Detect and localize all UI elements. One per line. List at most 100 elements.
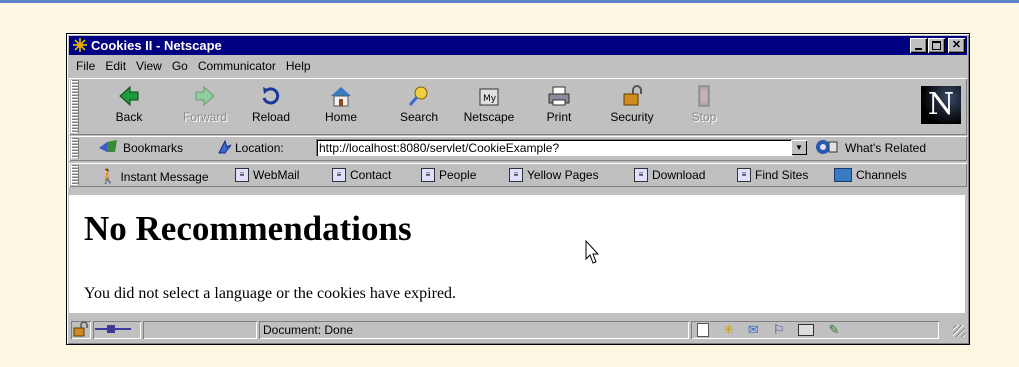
back-arrow-icon bbox=[119, 85, 139, 107]
search-button[interactable]: Search bbox=[389, 84, 449, 124]
component-bar: ✳ ✉ ⚐ ✎ bbox=[691, 321, 939, 339]
print-label: Print bbox=[546, 110, 572, 124]
mail-icon[interactable]: ✉ bbox=[748, 321, 759, 339]
personal-item-instant-message[interactable]: 🚶 Instant Message bbox=[99, 168, 209, 185]
print-button[interactable]: Print bbox=[529, 84, 589, 124]
minimize-button[interactable] bbox=[910, 38, 927, 53]
browser-window: Cookies II - Netscape ✕ File Edit View G… bbox=[66, 33, 970, 345]
netscape-app-icon bbox=[73, 38, 87, 52]
location-icon bbox=[217, 139, 233, 158]
stop-button[interactable]: Stop bbox=[674, 84, 734, 124]
personal-item-channels[interactable]: Channels bbox=[834, 168, 907, 182]
menu-bar: File Edit View Go Communicator Help bbox=[71, 57, 316, 75]
personal-toolbar: 🚶 Instant Message ≡ WebMail ≡ Contact ≡ … bbox=[69, 163, 967, 187]
personal-item-contact[interactable]: ≡ Contact bbox=[332, 168, 391, 182]
composer-icon[interactable] bbox=[798, 324, 815, 336]
page-heading: No Recommendations bbox=[84, 209, 412, 248]
stop-icon bbox=[698, 85, 710, 107]
netscape-icon: My bbox=[479, 88, 499, 106]
personal-item-label: Channels bbox=[856, 168, 907, 182]
groups-icon[interactable]: ⚐ bbox=[773, 321, 785, 339]
location-toolbar: Bookmarks Location: http://localhost:808… bbox=[69, 136, 967, 161]
close-icon: ✕ bbox=[951, 39, 962, 51]
personal-item-download[interactable]: ≡ Download bbox=[634, 168, 705, 182]
bookmarks-icon bbox=[97, 138, 123, 159]
security-status-icon[interactable] bbox=[71, 321, 91, 339]
document-icon[interactable] bbox=[697, 323, 709, 337]
chevron-down-icon: ▼ bbox=[795, 143, 803, 152]
personal-item-find-sites[interactable]: ≡ Find Sites bbox=[737, 168, 808, 182]
page-message: You did not select a language or the coo… bbox=[84, 285, 457, 302]
personal-item-label: Yellow Pages bbox=[527, 168, 599, 182]
status-text: Document: Done bbox=[259, 321, 689, 339]
bookmark-page-icon: ≡ bbox=[235, 168, 249, 182]
progress-panel bbox=[143, 321, 257, 339]
back-label: Back bbox=[115, 110, 143, 124]
bookmark-page-icon: ≡ bbox=[332, 168, 346, 182]
home-label: Home bbox=[324, 110, 357, 124]
reload-button[interactable]: Reload bbox=[241, 84, 301, 124]
resize-grip[interactable] bbox=[953, 325, 965, 337]
stop-label: Stop bbox=[691, 110, 717, 124]
security-button[interactable]: Security bbox=[602, 84, 662, 124]
personal-item-label: Download bbox=[652, 168, 706, 182]
lock-icon bbox=[623, 85, 642, 106]
status-bar: Document: Done ✳ ✉ ⚐ ✎ bbox=[69, 319, 967, 341]
print-icon bbox=[548, 86, 570, 106]
connection-status-icon bbox=[93, 321, 141, 339]
forward-button[interactable]: Forward bbox=[175, 84, 235, 124]
home-icon bbox=[331, 87, 351, 107]
svg-text:My: My bbox=[483, 94, 497, 104]
search-label: Search bbox=[399, 110, 439, 124]
channels-icon bbox=[834, 168, 852, 182]
mouse-cursor-icon bbox=[585, 240, 600, 264]
reload-label: Reload bbox=[251, 110, 291, 124]
location-label: Location: bbox=[235, 141, 284, 155]
personal-item-webmail[interactable]: ≡ WebMail bbox=[235, 168, 299, 182]
navigator-icon[interactable]: ✳ bbox=[723, 321, 734, 339]
whats-related-button[interactable]: What's Related bbox=[845, 141, 926, 155]
security-label: Security bbox=[610, 110, 654, 124]
personal-item-label: Find Sites bbox=[755, 168, 809, 182]
editor-icon[interactable]: ✎ bbox=[828, 321, 839, 339]
netscape-label: Netscape bbox=[463, 110, 515, 124]
bookmark-page-icon: ≡ bbox=[737, 168, 751, 182]
bookmarks-button[interactable]: Bookmarks bbox=[123, 141, 183, 155]
personal-item-yellow-pages[interactable]: ≡ Yellow Pages bbox=[509, 168, 599, 182]
personal-item-people[interactable]: ≡ People bbox=[421, 168, 476, 182]
netscape-button[interactable]: My Netscape bbox=[459, 84, 519, 124]
maximize-icon bbox=[932, 41, 941, 50]
menu-communicator[interactable]: Communicator bbox=[193, 57, 281, 75]
menu-view[interactable]: View bbox=[131, 57, 167, 75]
menu-go[interactable]: Go bbox=[167, 57, 193, 75]
navigation-toolbar: Back Forward Reload Home Search My Netsc… bbox=[69, 78, 967, 135]
toolbar-grip[interactable] bbox=[71, 80, 79, 133]
personal-item-label: Contact bbox=[350, 168, 392, 182]
minimize-icon bbox=[915, 47, 922, 50]
forward-arrow-icon bbox=[195, 85, 215, 107]
back-button[interactable]: Back bbox=[99, 84, 159, 124]
netscape-logo[interactable]: N bbox=[921, 86, 961, 124]
menu-file[interactable]: File bbox=[71, 57, 100, 75]
window-title: Cookies II - Netscape bbox=[91, 38, 222, 53]
forward-label: Forward bbox=[182, 110, 227, 124]
personal-grip[interactable] bbox=[71, 165, 79, 185]
personal-item-label: WebMail bbox=[253, 168, 300, 182]
maximize-button[interactable] bbox=[928, 38, 945, 53]
title-bar[interactable]: Cookies II - Netscape ✕ bbox=[69, 36, 967, 55]
menu-edit[interactable]: Edit bbox=[100, 57, 131, 75]
url-input[interactable]: http://localhost:8080/servlet/CookieExam… bbox=[316, 139, 793, 156]
location-grip[interactable] bbox=[71, 138, 79, 159]
bookmark-page-icon: ≡ bbox=[509, 168, 523, 182]
menu-help[interactable]: Help bbox=[281, 57, 316, 75]
url-dropdown-button[interactable]: ▼ bbox=[791, 140, 807, 155]
home-button[interactable]: Home bbox=[311, 84, 371, 124]
personal-item-label: People bbox=[439, 168, 477, 182]
personal-item-label: Instant Message bbox=[120, 169, 209, 184]
close-button[interactable]: ✕ bbox=[948, 38, 965, 53]
top-accent-line bbox=[0, 0, 1019, 3]
bookmark-page-icon: ≡ bbox=[421, 168, 435, 182]
bookmark-page-icon: ≡ bbox=[634, 168, 648, 182]
whats-related-icon bbox=[815, 139, 841, 158]
person-icon: 🚶 bbox=[99, 168, 117, 184]
